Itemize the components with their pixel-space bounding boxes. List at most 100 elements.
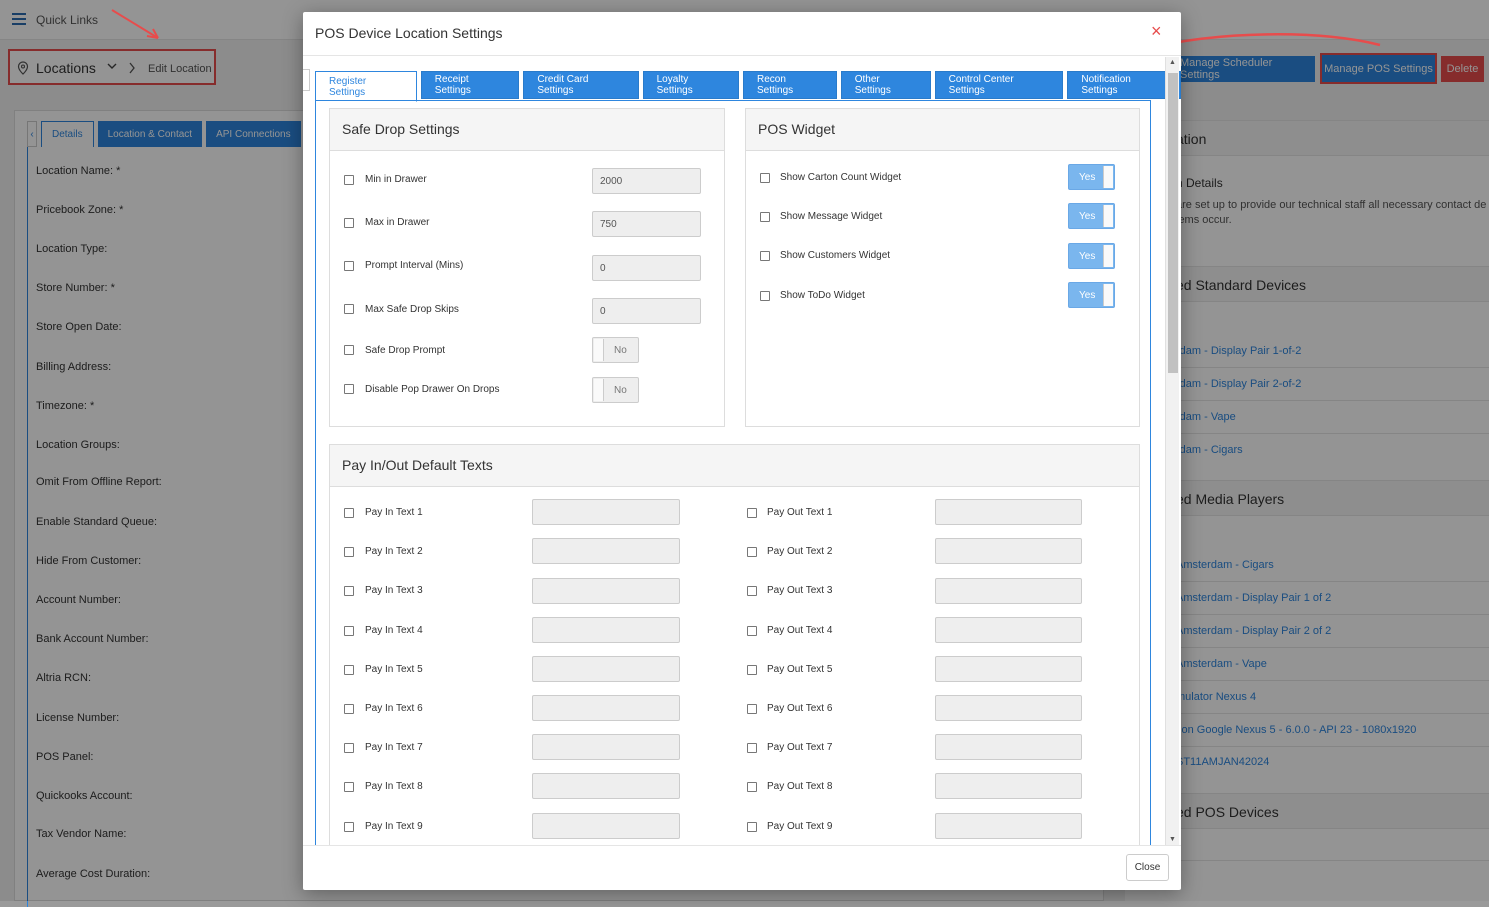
- pay-out-text-checkbox[interactable]: [747, 586, 757, 596]
- tab-credit-card-settings[interactable]: Credit Card Settings: [523, 71, 639, 99]
- show-message-widget-label: Show Message Widget: [780, 211, 883, 222]
- pay-out-text-checkbox[interactable]: [747, 626, 757, 636]
- close-icon[interactable]: ×: [1151, 22, 1162, 40]
- tab-notification-settings[interactable]: Notification Settings: [1067, 71, 1181, 99]
- scroll-down-icon[interactable]: ▼: [1169, 836, 1176, 843]
- pay-in-text-input[interactable]: [532, 734, 680, 760]
- settings-tab-bar: Register Settings Receipt Settings Credi…: [315, 71, 1181, 102]
- pay-in-text-checkbox[interactable]: [344, 626, 354, 636]
- prompt-interval-label: Prompt Interval (Mins): [365, 260, 464, 271]
- max-safe-drop-skips-checkbox[interactable]: [344, 304, 354, 314]
- pay-in-text-label: Pay In Text 1: [365, 507, 423, 518]
- pay-in-text-checkbox[interactable]: [344, 822, 354, 832]
- pay-out-text-label: Pay Out Text 5: [767, 664, 833, 675]
- show-todo-widget-label: Show ToDo Widget: [780, 290, 865, 301]
- pay-in-text-input[interactable]: [532, 773, 680, 799]
- pay-in-text-checkbox[interactable]: [344, 782, 354, 792]
- pay-out-text-checkbox[interactable]: [747, 704, 757, 714]
- pay-in-text-label: Pay In Text 2: [365, 546, 423, 557]
- safe-drop-prompt-toggle[interactable]: No: [592, 337, 639, 363]
- pay-in-text-input[interactable]: [532, 578, 680, 604]
- show-todo-widget-toggle[interactable]: Yes: [1068, 282, 1115, 308]
- section-title: Safe Drop Settings: [342, 121, 460, 137]
- modal-header: POS Device Location Settings ×: [303, 12, 1181, 56]
- pay-in-text-input[interactable]: [532, 617, 680, 643]
- pay-in-text-checkbox[interactable]: [344, 665, 354, 675]
- pay-in-text-checkbox[interactable]: [344, 547, 354, 557]
- pay-out-text-label: Pay Out Text 9: [767, 821, 833, 832]
- disable-pop-drawer-checkbox[interactable]: [344, 384, 354, 394]
- pay-out-text-label: Pay Out Text 6: [767, 703, 833, 714]
- modal-scrollbar[interactable]: ▲ ▼: [1165, 57, 1179, 845]
- scrollbar-thumb[interactable]: [1168, 73, 1178, 373]
- tab-other-settings[interactable]: Other Settings: [840, 71, 931, 99]
- pay-in-text-input[interactable]: [532, 538, 680, 564]
- pay-out-text-checkbox[interactable]: [747, 665, 757, 675]
- min-in-drawer-input[interactable]: 2000: [592, 168, 701, 194]
- section-title: POS Widget: [758, 121, 836, 137]
- pay-out-text-input[interactable]: [935, 695, 1082, 721]
- min-in-drawer-label: Min in Drawer: [365, 174, 427, 185]
- pay-in-text-checkbox[interactable]: [344, 704, 354, 714]
- show-carton-count-checkbox[interactable]: [760, 173, 770, 183]
- pay-in-text-checkbox[interactable]: [344, 508, 354, 518]
- pay-out-text-checkbox[interactable]: [747, 782, 757, 792]
- pay-in-text-input[interactable]: [532, 813, 680, 839]
- show-message-widget-checkbox[interactable]: [760, 212, 770, 222]
- max-in-drawer-label: Max in Drawer: [365, 217, 430, 228]
- scroll-up-icon[interactable]: ▲: [1169, 59, 1176, 66]
- tab-recon-settings[interactable]: Recon Settings: [743, 71, 837, 99]
- show-message-widget-toggle[interactable]: Yes: [1068, 203, 1115, 229]
- show-customers-widget-label: Show Customers Widget: [780, 250, 891, 261]
- pay-out-text-label: Pay Out Text 4: [767, 625, 833, 636]
- modal-title: POS Device Location Settings: [315, 25, 503, 41]
- modal-body: Register Settings Receipt Settings Credi…: [303, 57, 1181, 845]
- pay-in-text-checkbox[interactable]: [344, 743, 354, 753]
- pay-in-text-checkbox[interactable]: [344, 586, 354, 596]
- pay-out-text-label: Pay Out Text 2: [767, 546, 833, 557]
- min-in-drawer-checkbox[interactable]: [344, 175, 354, 185]
- pay-in-text-label: Pay In Text 3: [365, 585, 423, 596]
- pay-in-text-label: Pay In Text 5: [365, 664, 423, 675]
- show-carton-count-toggle[interactable]: Yes: [1068, 164, 1115, 190]
- pay-out-text-input[interactable]: [935, 813, 1082, 839]
- pay-in-text-label: Pay In Text 9: [365, 821, 423, 832]
- pay-out-text-input[interactable]: [935, 617, 1082, 643]
- pay-out-text-input[interactable]: [935, 538, 1082, 564]
- disable-pop-drawer-toggle[interactable]: No: [592, 377, 639, 403]
- prompt-interval-input[interactable]: 0: [592, 255, 701, 281]
- show-todo-widget-checkbox[interactable]: [760, 291, 770, 301]
- pay-out-text-input[interactable]: [935, 734, 1082, 760]
- pay-in-text-input[interactable]: [532, 656, 680, 682]
- section-title: Pay In/Out Default Texts: [342, 457, 493, 473]
- show-customers-widget-checkbox[interactable]: [760, 251, 770, 261]
- pay-out-text-input[interactable]: [935, 578, 1082, 604]
- pos-widget-section: POS Widget Show Carton Count Widget Yes …: [745, 108, 1140, 427]
- pay-out-text-input[interactable]: [935, 499, 1082, 525]
- pay-out-text-input[interactable]: [935, 656, 1082, 682]
- pay-in-text-label: Pay In Text 8: [365, 781, 423, 792]
- prompt-interval-checkbox[interactable]: [344, 261, 354, 271]
- close-button[interactable]: Close: [1126, 854, 1169, 881]
- tab-loyalty-settings[interactable]: Loyalty Settings: [642, 71, 739, 99]
- tab-receipt-settings[interactable]: Receipt Settings: [420, 71, 520, 99]
- pay-out-text-checkbox[interactable]: [747, 743, 757, 753]
- modal-footer: Close: [303, 845, 1181, 890]
- pay-out-text-checkbox[interactable]: [747, 547, 757, 557]
- pay-in-text-input[interactable]: [532, 695, 680, 721]
- safe-drop-settings-section: Safe Drop Settings Min in Drawer 2000 Ma…: [329, 108, 725, 427]
- safe-drop-prompt-checkbox[interactable]: [344, 345, 354, 355]
- max-safe-drop-skips-input[interactable]: 0: [592, 298, 701, 324]
- tab-scroll-left-icon[interactable]: [303, 69, 310, 91]
- pay-out-text-checkbox[interactable]: [747, 508, 757, 518]
- pay-out-text-input[interactable]: [935, 773, 1082, 799]
- pay-in-text-label: Pay In Text 4: [365, 625, 423, 636]
- tab-control-center-settings[interactable]: Control Center Settings: [934, 71, 1064, 99]
- pay-in-text-input[interactable]: [532, 499, 680, 525]
- max-in-drawer-input[interactable]: 750: [592, 211, 701, 237]
- show-customers-widget-toggle[interactable]: Yes: [1068, 243, 1115, 269]
- max-in-drawer-checkbox[interactable]: [344, 218, 354, 228]
- pay-out-text-checkbox[interactable]: [747, 822, 757, 832]
- pay-in-text-label: Pay In Text 7: [365, 742, 423, 753]
- tab-register-settings[interactable]: Register Settings: [315, 71, 417, 102]
